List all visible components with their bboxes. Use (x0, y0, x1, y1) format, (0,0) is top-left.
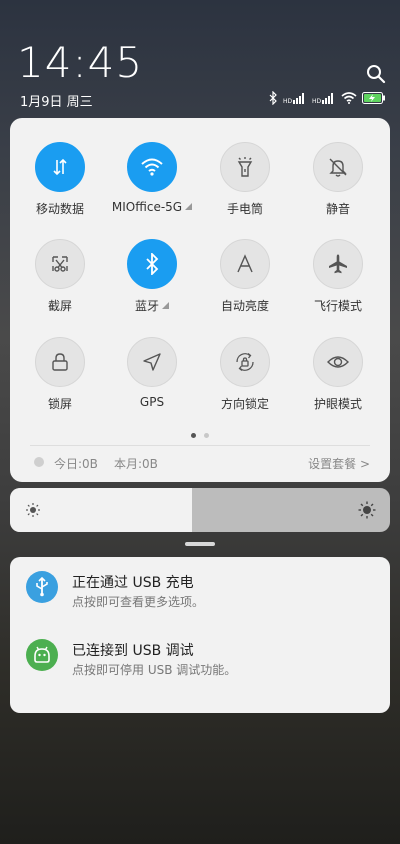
quick-tile-label-text: 蓝牙 (134, 299, 159, 313)
lock-icon[interactable] (35, 337, 85, 387)
eye-icon[interactable] (313, 337, 363, 387)
battery-charging-icon (362, 92, 386, 104)
drag-handle[interactable] (185, 542, 215, 546)
quick-tile-label: 锁屏 (14, 395, 106, 412)
mobile-data-icon[interactable] (35, 142, 85, 192)
quick-tile-label-text: 飞行模式 (313, 299, 362, 313)
quick-tile-label: 方向锁定 (199, 395, 291, 412)
quick-tile-label-text: 手电筒 (226, 202, 263, 216)
quick-tile-airplane[interactable]: 飞行模式 (292, 239, 384, 314)
usb-icon (26, 571, 58, 603)
gps-icon[interactable] (127, 337, 177, 387)
page-dot (204, 433, 209, 438)
quick-tile-label: 蓝牙 (106, 297, 198, 314)
svg-text:HD: HD (312, 98, 322, 104)
auto-brightness-icon[interactable] (220, 239, 270, 289)
usage-today: 今日:0B (54, 457, 98, 471)
quick-tile-label-text: MIOffice-5G (111, 200, 183, 214)
usage-month: 本月:0B (114, 457, 158, 471)
quick-tile-flashlight[interactable]: 手电筒 (199, 142, 291, 217)
quick-tile-label-text: 护眼模式 (313, 397, 362, 411)
bluetooth-status-icon (269, 91, 278, 105)
brightness-high-icon (358, 501, 376, 523)
expand-triangle-icon[interactable] (162, 302, 169, 309)
data-usage-row: 今日:0B 本月:0B 设置套餐 > (34, 455, 370, 471)
wifi-status-icon (341, 92, 357, 104)
page-indicator (10, 433, 390, 438)
quick-tile-mobile-data[interactable]: 移动数据 (14, 142, 106, 217)
quick-tile-mute-bell[interactable]: 静音 (292, 142, 384, 217)
flashlight-icon[interactable] (220, 142, 270, 192)
quick-tile-gps[interactable]: GPS (106, 337, 198, 409)
quick-tile-label: 移动数据 (14, 200, 106, 217)
notification-title: 正在通过 USB 充电 (72, 575, 194, 591)
plan-settings-link[interactable]: 设置套餐 > (308, 455, 370, 472)
notification-usb-debugging[interactable]: 已连接到 USB 调试 点按即可停用 USB 调试功能。 (10, 625, 390, 685)
expand-triangle-icon[interactable] (185, 203, 193, 210)
rotation-lock-icon[interactable] (220, 337, 270, 387)
quick-tile-label: 静音 (292, 200, 384, 217)
quick-tile-bluetooth[interactable]: 蓝牙 (106, 239, 198, 314)
quick-tile-label-text: 静音 (325, 202, 350, 216)
quick-tile-eye[interactable]: 护眼模式 (292, 337, 384, 412)
quick-tile-label-text: 方向锁定 (220, 397, 269, 411)
quick-tile-label: GPS (106, 395, 198, 409)
quick-settings-panel: 移动数据 MIOffice-5G 手电筒 静音截屏 蓝牙 自动亮度 飞行模式锁屏 GPS 方向锁… (10, 118, 390, 482)
brightness-slider[interactable] (10, 488, 390, 532)
quick-tile-label: 护眼模式 (292, 395, 384, 412)
notification-card: 正在通过 USB 充电 点按即可查看更多选项。 已连接到 USB 调试 点按即可… (10, 557, 390, 713)
divider (30, 445, 370, 446)
notification-subtitle: 点按即可停用 USB 调试功能。 (72, 663, 237, 677)
status-bar-icons: HD HD (269, 90, 386, 106)
quick-tile-lock[interactable]: 锁屏 (14, 337, 106, 412)
quick-tile-label: MIOffice-5G (106, 200, 198, 214)
notification-subtitle: 点按即可查看更多选项。 (72, 595, 205, 609)
quick-tile-label-text: 移动数据 (35, 202, 84, 216)
notification-usb-charging[interactable]: 正在通过 USB 充电 点按即可查看更多选项。 (10, 557, 390, 617)
bluetooth-icon[interactable] (127, 239, 177, 289)
quick-tile-label-text: 截屏 (47, 299, 72, 313)
quick-tile-label: 截屏 (14, 297, 106, 314)
quick-tile-label: 自动亮度 (199, 297, 291, 314)
quick-tile-label: 手电筒 (199, 200, 291, 217)
wifi-icon[interactable] (127, 142, 177, 192)
quick-tile-label-text: GPS (139, 395, 165, 409)
page-dot-active (191, 433, 196, 438)
quick-tile-label: 飞行模式 (292, 297, 384, 314)
brightness-low-icon (25, 502, 41, 522)
notification-title: 已连接到 USB 调试 (72, 643, 194, 659)
date-label: 1月9日 周三 (20, 95, 93, 110)
quick-tile-screenshot[interactable]: 截屏 (14, 239, 106, 314)
quick-tile-label-text: 锁屏 (47, 397, 72, 411)
clock-time: 14:45 (17, 38, 144, 87)
search-icon[interactable] (366, 64, 386, 84)
quick-tile-auto-brightness[interactable]: 自动亮度 (199, 239, 291, 314)
android-icon (26, 639, 58, 671)
quick-tile-label-text: 自动亮度 (220, 299, 269, 313)
quick-tile-wifi[interactable]: MIOffice-5G (106, 142, 198, 214)
mute-bell-icon[interactable] (313, 142, 363, 192)
usage-indicator-icon (34, 457, 44, 467)
airplane-icon[interactable] (313, 239, 363, 289)
screenshot-icon[interactable] (35, 239, 85, 289)
svg-text:HD: HD (283, 98, 293, 104)
quick-tile-rotation-lock[interactable]: 方向锁定 (199, 337, 291, 412)
signal-1-icon: HD (283, 92, 307, 104)
signal-2-icon: HD (312, 92, 336, 104)
